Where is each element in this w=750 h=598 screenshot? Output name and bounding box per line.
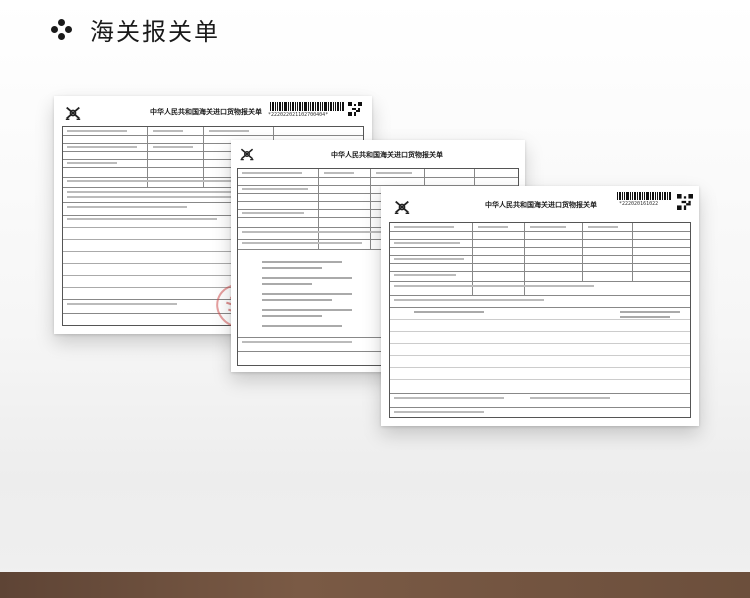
page-title: 海关报关单 — [90, 18, 220, 46]
barcode-number: *222020161022 — [619, 201, 659, 207]
customs-emblem-icon — [65, 106, 81, 120]
barcode — [270, 102, 344, 111]
form-title: 中华人民共和国海关进口货物报关单 — [485, 201, 597, 209]
barcode — [617, 192, 671, 200]
customs-declaration-form-3: 中华人民共和国海关进口货物报关单 *222020161022 — [381, 186, 699, 426]
qr-code — [677, 194, 693, 210]
bottom-bar — [0, 572, 750, 598]
page-stage: 海关报关单 中华人民共和国海关进口货物报关单 *2220220211027004… — [0, 0, 750, 598]
customs-emblem-icon — [394, 200, 410, 214]
qr-code — [348, 102, 362, 116]
four-dot-icon — [50, 18, 74, 42]
form-title: 中华人民共和国海关进口货物报关单 — [331, 151, 443, 159]
page-header: 海关报关单 — [50, 12, 220, 47]
barcode-number: *222022021102700404* — [268, 112, 329, 118]
form-title: 中华人民共和国海关进口货物报关单 — [150, 108, 262, 116]
form-grid — [389, 222, 691, 418]
customs-emblem-icon — [240, 148, 254, 161]
